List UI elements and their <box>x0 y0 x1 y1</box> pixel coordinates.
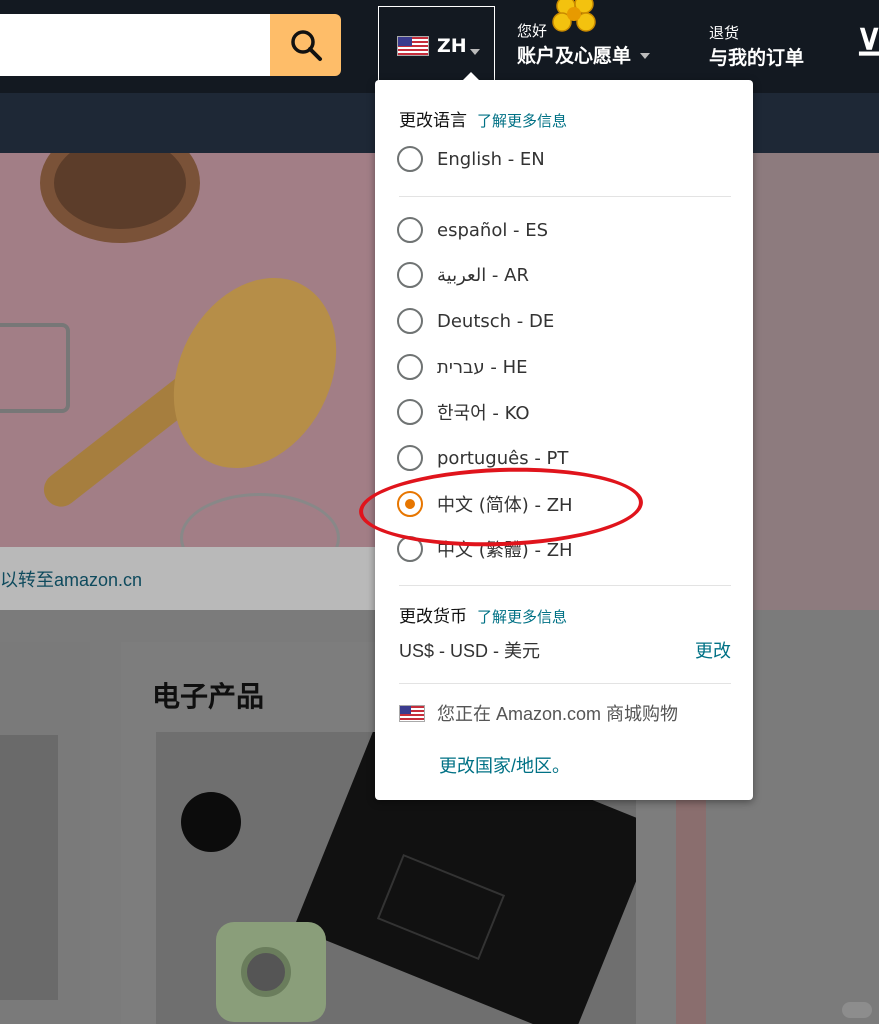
flower-sticker-icon <box>552 0 596 32</box>
radio-button[interactable] <box>397 146 423 172</box>
radio-button[interactable] <box>397 399 423 425</box>
returns-label: 退货 <box>709 25 740 42</box>
us-flag-icon <box>397 35 429 56</box>
currency-value: US$ - USD - 美元 <box>399 641 541 661</box>
cart-icon[interactable]: ⊻ <box>856 22 879 64</box>
product-image <box>0 735 58 1000</box>
language-option[interactable]: português - PT <box>397 445 568 471</box>
language-option[interactable]: 한국어 - KO <box>397 399 530 425</box>
radio-button[interactable] <box>397 262 423 288</box>
divider <box>399 683 731 684</box>
language-section-title: 更改语言 了解更多信息 <box>399 111 568 131</box>
search-icon <box>290 30 322 61</box>
shopping-location: 您正在 Amazon.com 商城购物 <box>399 700 678 726</box>
radio-button[interactable] <box>397 217 423 243</box>
search-button[interactable] <box>270 14 341 76</box>
language-option[interactable]: English - EN <box>397 146 545 172</box>
language-option[interactable]: español - ES <box>397 217 548 243</box>
hero-caption[interactable]: 以转至amazon.cn <box>0 547 376 610</box>
radio-button[interactable] <box>397 445 423 471</box>
language-dropdown: 更改语言 了解更多信息 English - EN español - ES الع… <box>375 72 753 800</box>
chevron-down-icon <box>640 52 651 59</box>
divider <box>399 585 731 586</box>
amazon-cn-link[interactable]: 以转至amazon.cn <box>0 566 142 592</box>
account-label: 账户及心愿单 <box>517 46 632 67</box>
change-region-link[interactable]: 更改国家/地区。 <box>439 752 570 778</box>
currency-row: US$ - USD - 美元 更改 <box>399 637 731 663</box>
search-input[interactable] <box>0 14 272 76</box>
kitchen-image <box>0 153 376 547</box>
change-currency-link[interactable]: 更改 <box>695 637 731 663</box>
language-option[interactable]: Deutsch - DE <box>397 308 554 334</box>
returns-orders[interactable]: 退货 与我的订单 <box>709 22 804 70</box>
shopping-at-text: 您正在 Amazon.com 商城购物 <box>437 704 679 724</box>
currency-section-title: 更改货币 了解更多信息 <box>399 607 568 627</box>
watermark <box>842 1002 872 1018</box>
radio-button[interactable] <box>397 308 423 334</box>
language-option[interactable]: العربية - AR <box>397 262 529 288</box>
language-option[interactable]: עברית - HE <box>397 354 528 380</box>
radio-button[interactable] <box>397 354 423 380</box>
learn-more-link[interactable]: 了解更多信息 <box>477 112 567 130</box>
us-flag-icon <box>399 704 425 722</box>
language-code: ZH <box>437 34 467 57</box>
divider <box>399 196 731 197</box>
learn-more-link[interactable]: 了解更多信息 <box>477 608 567 626</box>
card-title: 电子产品 <box>152 681 265 712</box>
chevron-down-icon <box>469 48 480 55</box>
orders-label: 与我的订单 <box>709 48 805 69</box>
